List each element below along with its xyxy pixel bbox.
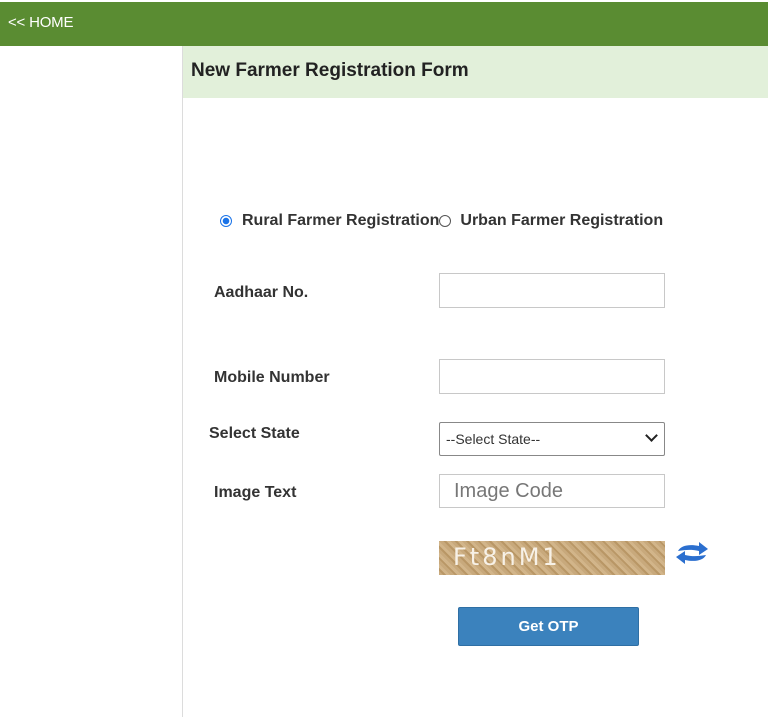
urban-registration-label[interactable]: Urban Farmer Registration: [460, 212, 663, 230]
aadhaar-input[interactable]: [439, 273, 665, 308]
aadhaar-label: Aadhaar No.: [214, 284, 309, 301]
registration-type-radio-group: Rural Farmer Registration Urban Farmer R…: [220, 211, 663, 231]
form-title: New Farmer Registration Form: [191, 60, 469, 81]
content-divider: [182, 46, 183, 717]
rural-registration-label[interactable]: Rural Farmer Registration: [242, 212, 439, 230]
form-header: New Farmer Registration Form: [183, 46, 768, 98]
home-link[interactable]: << HOME: [8, 14, 73, 31]
mobile-number-label: Mobile Number: [214, 369, 330, 386]
mobile-number-input[interactable]: [439, 359, 665, 394]
captcha-image: Ft8nM1: [439, 541, 665, 575]
state-select-value: --Select State--: [446, 431, 541, 447]
image-code-input[interactable]: [439, 474, 665, 508]
get-otp-button[interactable]: Get OTP: [458, 607, 639, 646]
state-select[interactable]: --Select State--: [439, 422, 665, 456]
top-navigation-bar: << HOME: [0, 2, 768, 46]
urban-registration-radio[interactable]: [439, 215, 452, 227]
image-text-label: Image Text: [214, 484, 297, 501]
rural-registration-radio[interactable]: [220, 215, 232, 227]
chevron-down-icon: [645, 429, 658, 442]
captcha-text: Ft8nM1: [453, 543, 561, 571]
refresh-arrows-icon[interactable]: [674, 540, 710, 566]
select-state-label: Select State: [209, 425, 300, 442]
